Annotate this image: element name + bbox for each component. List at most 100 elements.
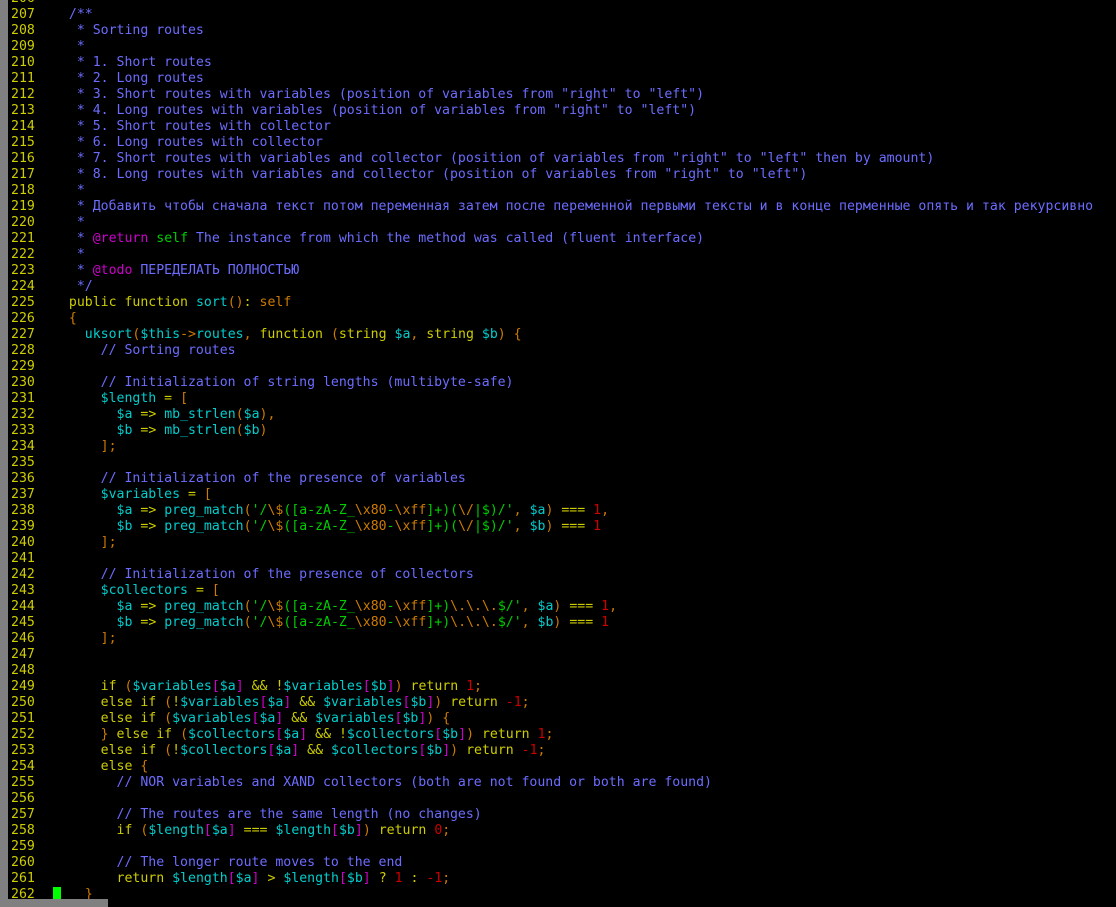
code-line[interactable]: 246 ];: [8, 631, 1116, 647]
line-number: 236: [8, 471, 53, 487]
token-punct: {: [140, 759, 148, 774]
code-line[interactable]: 216 * 7. Short routes with variables and…: [8, 151, 1116, 167]
code-line[interactable]: 231 $length = [: [8, 391, 1116, 407]
token-plain: [53, 599, 117, 614]
token-var: $variables: [101, 487, 180, 502]
code-line[interactable]: 226 {: [8, 311, 1116, 327]
token-plain: [53, 503, 117, 518]
code-line[interactable]: 210 * 1. Short routes: [8, 55, 1116, 71]
code-line[interactable]: 222 *: [8, 247, 1116, 263]
code-line[interactable]: 247: [8, 647, 1116, 663]
code-line[interactable]: 218 *: [8, 183, 1116, 199]
token-op: =: [188, 487, 196, 502]
token-string: '/: [252, 519, 268, 534]
code-line[interactable]: 227 uksort($this->routes, function (stri…: [8, 327, 1116, 343]
code-line[interactable]: 209 *: [8, 39, 1116, 55]
code-line[interactable]: 243 $collectors = [: [8, 583, 1116, 599]
token-var: $variables: [323, 695, 402, 710]
code-line-content: public function sort(): self: [53, 295, 291, 310]
code-line[interactable]: 249 if ($variables[$a] && !$variables[$b…: [8, 679, 1116, 695]
line-number: 249: [8, 679, 53, 695]
line-number: 215: [8, 135, 53, 151]
code-line[interactable]: 248: [8, 663, 1116, 679]
token-keyword: else: [101, 759, 133, 774]
vertical-scrollbar[interactable]: [0, 0, 8, 899]
token-punct: ): [450, 743, 458, 758]
code-line-content: $b => preg_match('/\$([a-zA-Z_\x80-\xff]…: [53, 519, 601, 534]
code-line[interactable]: 220 *: [8, 215, 1116, 231]
code-line[interactable]: 212 * 3. Short routes with variables (po…: [8, 87, 1116, 103]
token-keyword: return: [379, 823, 427, 838]
code-text-area[interactable]: 206207 /**208 * Sorting routes209 *210 *…: [8, 0, 1116, 903]
code-line[interactable]: 258 if ($length[$a] === $length[$b]) ret…: [8, 823, 1116, 839]
code-line[interactable]: 252 } else if ($collectors[$a] && !$coll…: [8, 727, 1116, 743]
code-line[interactable]: 214 * 5. Short routes with collector: [8, 119, 1116, 135]
code-line[interactable]: 238 $a => preg_match('/\$([a-zA-Z_\x80-\…: [8, 503, 1116, 519]
code-line[interactable]: 239 $b => preg_match('/\$([a-zA-Z_\x80-\…: [8, 519, 1116, 535]
code-line[interactable]: 229: [8, 359, 1116, 375]
code-line[interactable]: 251 else if ($variables[$a] && $variable…: [8, 711, 1116, 727]
code-line[interactable]: 255 // NOR variables and XAND collectors…: [8, 775, 1116, 791]
code-line[interactable]: 213 * 4. Long routes with variables (pos…: [8, 103, 1116, 119]
token-op: &&: [315, 727, 331, 742]
token-plain: [172, 727, 180, 742]
token-punct: (: [164, 695, 172, 710]
token-bracket: ]: [236, 679, 244, 694]
code-line[interactable]: 230 // Initialization of string lengths …: [8, 375, 1116, 391]
token-op: =>: [140, 503, 156, 518]
horizontal-scrollbar-thumb[interactable]: [0, 899, 108, 907]
code-line[interactable]: 242 // Initialization of the presence of…: [8, 567, 1116, 583]
code-line[interactable]: 219 * Добавить чтобы сначала текст потом…: [8, 199, 1116, 215]
code-line[interactable]: 225 public function sort(): self: [8, 295, 1116, 311]
line-number: 230: [8, 375, 53, 391]
code-line[interactable]: 235: [8, 455, 1116, 471]
code-line[interactable]: 237 $variables = [: [8, 487, 1116, 503]
token-string: '/: [252, 615, 268, 630]
code-line[interactable]: 224 */: [8, 279, 1116, 295]
code-line-content: $b => preg_match('/\$([a-zA-Z_\x80-\xff]…: [53, 615, 609, 630]
code-line[interactable]: 257 // The routes are the same length (n…: [8, 807, 1116, 823]
line-number: 244: [8, 599, 53, 615]
token-op: &&: [252, 679, 268, 694]
token-var: $a: [538, 599, 554, 614]
code-line[interactable]: 236 // Initialization of the presence of…: [8, 471, 1116, 487]
code-line[interactable]: 245 $b => preg_match('/\$([a-zA-Z_\x80-\…: [8, 615, 1116, 631]
code-line[interactable]: 232 $a => mb_strlen($a),: [8, 407, 1116, 423]
line-number: 218: [8, 183, 53, 199]
token-var: $b: [442, 727, 458, 742]
code-line[interactable]: 233 $b => mb_strlen($b): [8, 423, 1116, 439]
code-line[interactable]: 250 else if (!$variables[$a] && $variabl…: [8, 695, 1116, 711]
code-line[interactable]: 259: [8, 839, 1116, 855]
token-string: ([a-zA-Z_: [283, 615, 354, 630]
code-line[interactable]: 240 ];: [8, 535, 1116, 551]
token-plain: [403, 871, 411, 886]
code-line[interactable]: 253 else if (!$collectors[$a] && $collec…: [8, 743, 1116, 759]
token-var: $a: [283, 727, 299, 742]
code-line[interactable]: 208 * Sorting routes: [8, 23, 1116, 39]
token-plain: [244, 679, 252, 694]
code-line[interactable]: 256: [8, 791, 1116, 807]
code-line[interactable]: 217 * 8. Long routes with variables and …: [8, 167, 1116, 183]
token-keyword: else if: [101, 711, 157, 726]
code-line[interactable]: 241: [8, 551, 1116, 567]
code-line[interactable]: 211 * 2. Long routes: [8, 71, 1116, 87]
code-line[interactable]: 244 $a => preg_match('/\$([a-zA-Z_\x80-\…: [8, 599, 1116, 615]
line-number: 240: [8, 535, 53, 551]
token-plain: [196, 487, 204, 502]
horizontal-scrollbar[interactable]: [0, 899, 1116, 907]
code-line[interactable]: 254 else {: [8, 759, 1116, 775]
code-line[interactable]: 234 ];: [8, 439, 1116, 455]
code-line[interactable]: 207 /**: [8, 7, 1116, 23]
code-line[interactable]: 221 * @return self The instance from whi…: [8, 231, 1116, 247]
token-esc: \$: [267, 503, 283, 518]
code-line[interactable]: 261 return $length[$a] > $length[$b] ? 1…: [8, 871, 1116, 887]
token-comment: // Initialization of the presence of col…: [101, 567, 474, 582]
code-line[interactable]: 228 // Sorting routes: [8, 343, 1116, 359]
code-line[interactable]: 206: [8, 0, 1116, 7]
code-line[interactable]: 215 * 6. Long routes with collector: [8, 135, 1116, 151]
token-punct: ,: [514, 503, 530, 518]
token-punct: ),: [260, 407, 276, 422]
code-line[interactable]: 223 * @todo ПЕРЕДЕЛАТЬ ПОЛНОСТЬЮ: [8, 263, 1116, 279]
code-line[interactable]: 260 // The longer route moves to the end: [8, 855, 1116, 871]
code-line-content: * Sorting routes: [53, 23, 204, 38]
